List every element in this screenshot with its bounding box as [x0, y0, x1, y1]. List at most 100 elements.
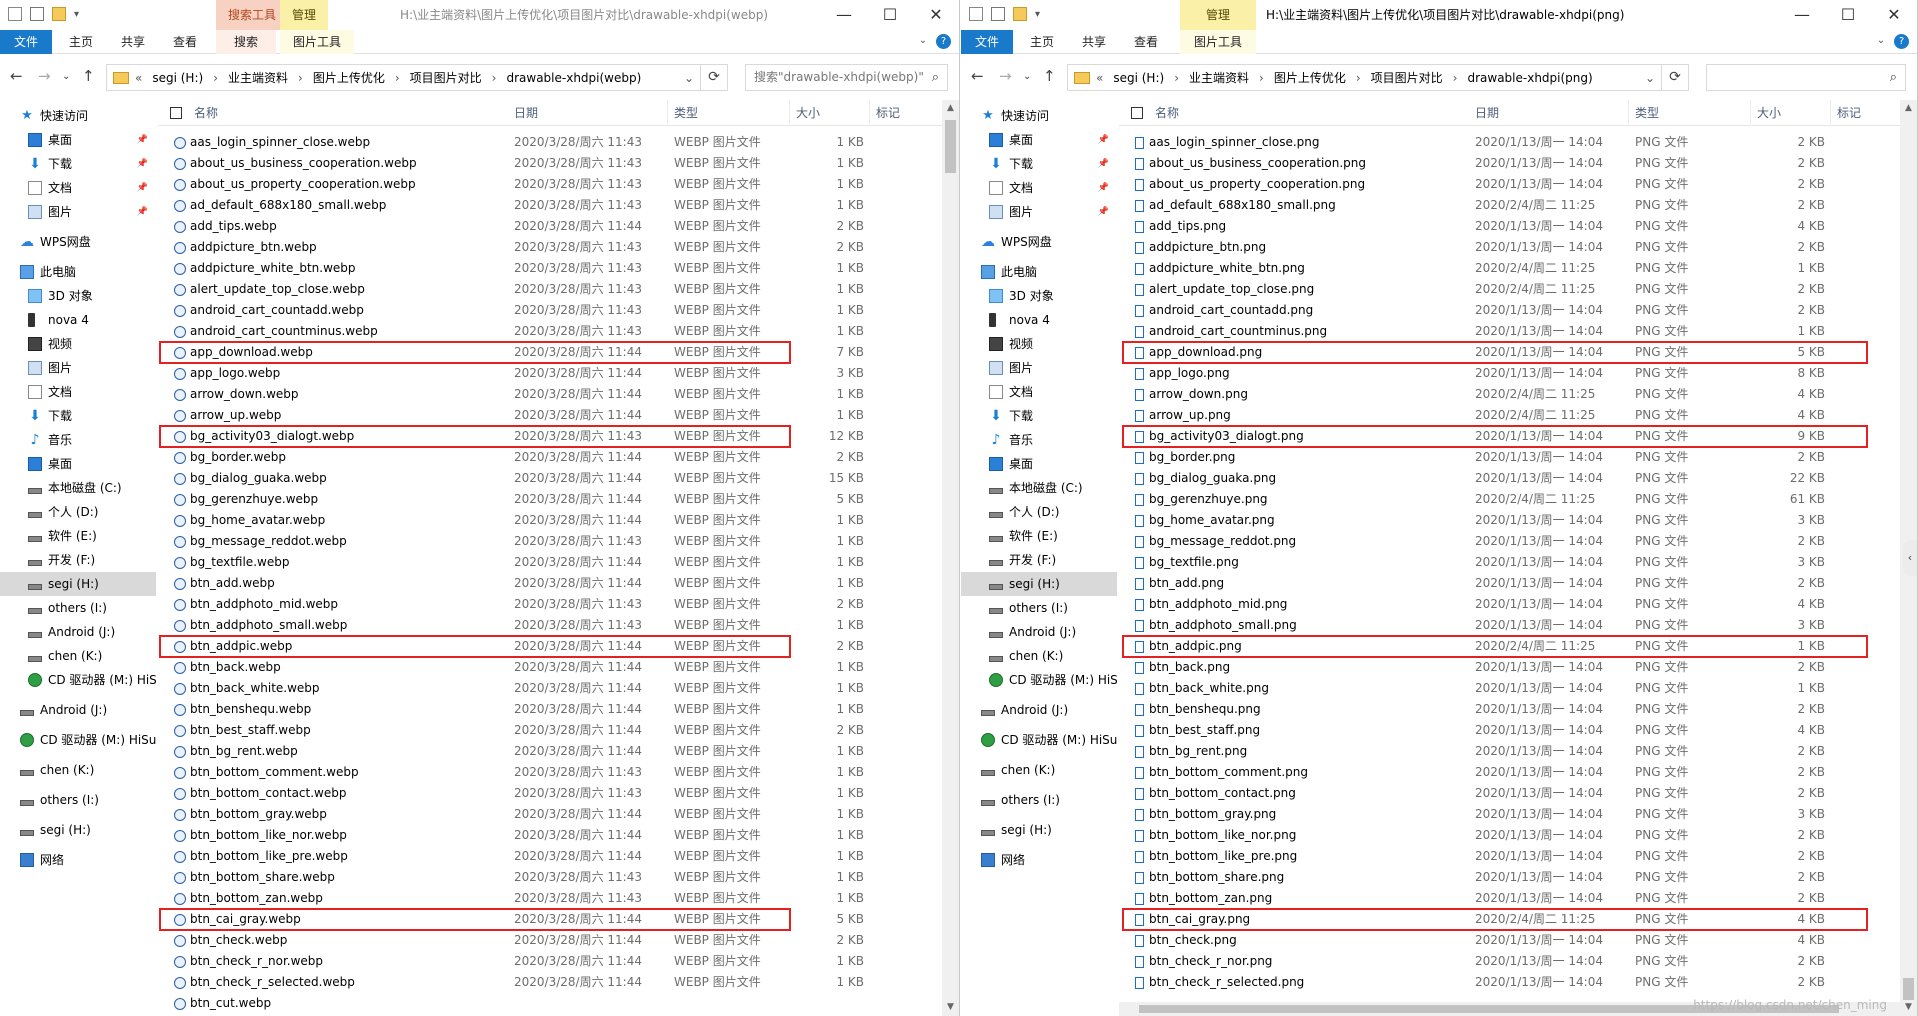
- nav-item[interactable]: 网络: [961, 848, 1117, 872]
- select-all-checkbox[interactable]: [170, 107, 182, 119]
- file-row[interactable]: arrow_up.webp 2020/3/28/周六 11:44 WEBP 图片文件…: [158, 405, 942, 426]
- nav-item[interactable]: 软件 (E:): [961, 524, 1117, 548]
- nav-item[interactable]: 图片 📌: [961, 200, 1117, 224]
- nav-item[interactable]: others (I:): [0, 788, 156, 812]
- breadcrumb-folder[interactable]: 项目图片对比: [410, 69, 492, 86]
- nav-item[interactable]: 文档 📌: [961, 176, 1117, 200]
- nav-item[interactable]: segi (H:): [0, 818, 156, 842]
- file-name-cell[interactable]: btn_best_staff.webp: [174, 720, 504, 741]
- file-row[interactable]: btn_benshequ.png 2020/1/13/周一 14:04 PNG 文件…: [1119, 699, 1900, 720]
- file-row[interactable]: btn_add.webp 2020/3/28/周六 11:44 WEBP 图片文件 1…: [158, 573, 942, 594]
- pin-icon[interactable]: 📌: [137, 152, 148, 176]
- file-row[interactable]: ad_default_688x180_small.png 2020/2/4/周二 …: [1119, 195, 1900, 216]
- nav-item[interactable]: Android (J:): [961, 698, 1117, 722]
- file-row[interactable]: alert_update_top_close.png 2020/2/4/周二 11…: [1119, 279, 1900, 300]
- file-name-cell[interactable]: btn_add.webp: [174, 573, 504, 594]
- nav-item[interactable]: chen (K:): [961, 644, 1117, 668]
- breadcrumb-folder[interactable]: 图片上传优化: [313, 69, 395, 86]
- breadcrumb-separator[interactable]: ›: [1174, 71, 1189, 85]
- file-row[interactable]: addpicture_btn.webp 2020/3/28/周六 11:43 WEB…: [158, 237, 942, 258]
- file-row[interactable]: btn_check_r_nor.webp 2020/3/28/周六 11:44 WE…: [158, 951, 942, 972]
- file-row[interactable]: arrow_down.webp 2020/3/28/周六 11:44 WEBP 图片…: [158, 384, 942, 405]
- file-name-cell[interactable]: btn_check_r_selected.png: [1135, 972, 1465, 993]
- nav-item[interactable]: 图片: [0, 356, 156, 380]
- file-row[interactable]: btn_bottom_comment.webp 2020/3/28/周六 11:4…: [158, 762, 942, 783]
- file-row[interactable]: btn_addphoto_small.png 2020/1/13/周一 14:04…: [1119, 615, 1900, 636]
- nav-item[interactable]: 图片: [961, 356, 1117, 380]
- file-name-cell[interactable]: btn_cai_gray.webp: [174, 909, 504, 930]
- file-row[interactable]: btn_cut.webp: [158, 993, 942, 1014]
- file-row[interactable]: btn_bottom_share.webp 2020/3/28/周六 11:43 W…: [158, 867, 942, 888]
- file-name-cell[interactable]: bg_textfile.webp: [174, 552, 504, 573]
- minimize-icon[interactable]: —: [1779, 0, 1825, 30]
- nav-item[interactable]: 图片 📌: [0, 200, 156, 224]
- back-icon[interactable]: ←: [10, 67, 23, 85]
- nav-item[interactable]: segi (H:): [961, 572, 1117, 596]
- file-row[interactable]: btn_bottom_like_pre.webp 2020/3/28/周六 11:…: [158, 846, 942, 867]
- new-folder-icon[interactable]: [1013, 7, 1027, 21]
- nav-item[interactable]: Android (J:): [0, 698, 156, 722]
- file-name-cell[interactable]: btn_bottom_like_pre.png: [1135, 846, 1465, 867]
- recent-locations-icon[interactable]: ⌄: [62, 71, 70, 82]
- nav-item[interactable]: ♪ 音乐: [0, 428, 156, 452]
- file-name-cell[interactable]: arrow_up.png: [1135, 405, 1465, 426]
- file-name-cell[interactable]: add_tips.webp: [174, 216, 504, 237]
- breadcrumb-folder[interactable]: 项目图片对比: [1371, 69, 1453, 86]
- column-type[interactable]: 类型: [1629, 100, 1751, 126]
- file-name-cell[interactable]: btn_bottom_share.webp: [174, 867, 504, 888]
- nav-item[interactable]: 开发 (F:): [0, 548, 156, 572]
- refresh-icon[interactable]: ⟳: [701, 64, 728, 91]
- file-row[interactable]: btn_addpic.png 2020/2/4/周二 11:25 PNG 文件 1 K…: [1119, 635, 1900, 658]
- nav-item[interactable]: ★ 快速访问: [961, 104, 1117, 128]
- file-name-cell[interactable]: about_us_business_cooperation.png: [1135, 153, 1465, 174]
- nav-item[interactable]: 桌面: [0, 452, 156, 476]
- file-name-cell[interactable]: app_download.webp: [174, 342, 504, 363]
- column-date[interactable]: 日期: [1469, 100, 1629, 126]
- file-name-cell[interactable]: btn_check.png: [1135, 930, 1465, 951]
- column-tags[interactable]: 标记: [870, 100, 942, 126]
- file-name-cell[interactable]: alert_update_top_close.png: [1135, 279, 1465, 300]
- file-row[interactable]: app_download.png 2020/1/13/周一 14:04 PNG 文件…: [1119, 341, 1900, 364]
- tab-view[interactable]: 查看: [1125, 30, 1167, 54]
- file-row[interactable]: addpicture_white_btn.webp 2020/3/28/周六 11…: [158, 258, 942, 279]
- breadcrumb-separator[interactable]: ›: [492, 71, 507, 85]
- file-name-cell[interactable]: addpicture_btn.webp: [174, 237, 504, 258]
- nav-item[interactable]: 此电脑: [961, 260, 1117, 284]
- file-row[interactable]: bg_gerenzhuye.png 2020/2/4/周二 11:25 PNG 文件…: [1119, 489, 1900, 510]
- up-icon[interactable]: ↑: [82, 67, 95, 85]
- file-name-cell[interactable]: btn_check_r_nor.webp: [174, 951, 504, 972]
- breadcrumb-drive[interactable]: segi (H:): [1113, 71, 1174, 85]
- file-row[interactable]: btn_addphoto_mid.png 2020/1/13/周一 14:04 PN…: [1119, 594, 1900, 615]
- file-row[interactable]: btn_cai_gray.webp 2020/3/28/周六 11:44 WEBP …: [158, 908, 942, 931]
- file-name-cell[interactable]: bg_gerenzhuye.webp: [174, 489, 504, 510]
- nav-item[interactable]: ☁ WPS网盘: [0, 230, 156, 254]
- file-row[interactable]: btn_bg_rent.webp 2020/3/28/周六 11:44 WEBP 图…: [158, 741, 942, 762]
- nav-item[interactable]: 3D 对象: [961, 284, 1117, 308]
- file-row[interactable]: about_us_property_cooperation.png 2020/1/…: [1119, 174, 1900, 195]
- nav-item[interactable]: 个人 (D:): [961, 500, 1117, 524]
- column-size[interactable]: 大小: [790, 100, 870, 126]
- file-name-cell[interactable]: btn_bottom_contact.png: [1135, 783, 1465, 804]
- file-row[interactable]: btn_bottom_comment.png 2020/1/13/周一 14:04…: [1119, 762, 1900, 783]
- nav-item[interactable]: nova 4: [0, 308, 156, 332]
- file-name-cell[interactable]: btn_addphoto_mid.png: [1135, 594, 1465, 615]
- tab-home[interactable]: 主页: [60, 30, 102, 54]
- file-row[interactable]: btn_bottom_gray.webp 2020/3/28/周六 11:44 WE…: [158, 804, 942, 825]
- file-name-cell[interactable]: bg_home_avatar.webp: [174, 510, 504, 531]
- file-row[interactable]: btn_check.png 2020/1/13/周一 14:04 PNG 文件 4 K…: [1119, 930, 1900, 951]
- breadcrumb-separator[interactable]: ›: [213, 71, 228, 85]
- forward-icon[interactable]: →: [38, 67, 51, 85]
- column-name[interactable]: 名称: [1149, 100, 1469, 126]
- tab-picture-tools[interactable]: 图片工具: [1180, 30, 1256, 54]
- address-dropdown-icon[interactable]: ⌄: [1645, 71, 1655, 85]
- tab-view[interactable]: 查看: [164, 30, 206, 54]
- tab-picture-tools[interactable]: 图片工具: [280, 30, 354, 54]
- file-row[interactable]: about_us_business_cooperation.png 2020/1/…: [1119, 153, 1900, 174]
- tab-home[interactable]: 主页: [1021, 30, 1063, 54]
- file-row[interactable]: btn_addphoto_mid.webp 2020/3/28/周六 11:43 W…: [158, 594, 942, 615]
- column-type[interactable]: 类型: [668, 100, 790, 126]
- customize-toolbar-icon[interactable]: ▾: [74, 9, 79, 20]
- file-name-cell[interactable]: btn_bottom_share.png: [1135, 867, 1465, 888]
- file-name-cell[interactable]: app_logo.webp: [174, 363, 504, 384]
- file-row[interactable]: about_us_business_cooperation.webp 2020/3…: [158, 153, 942, 174]
